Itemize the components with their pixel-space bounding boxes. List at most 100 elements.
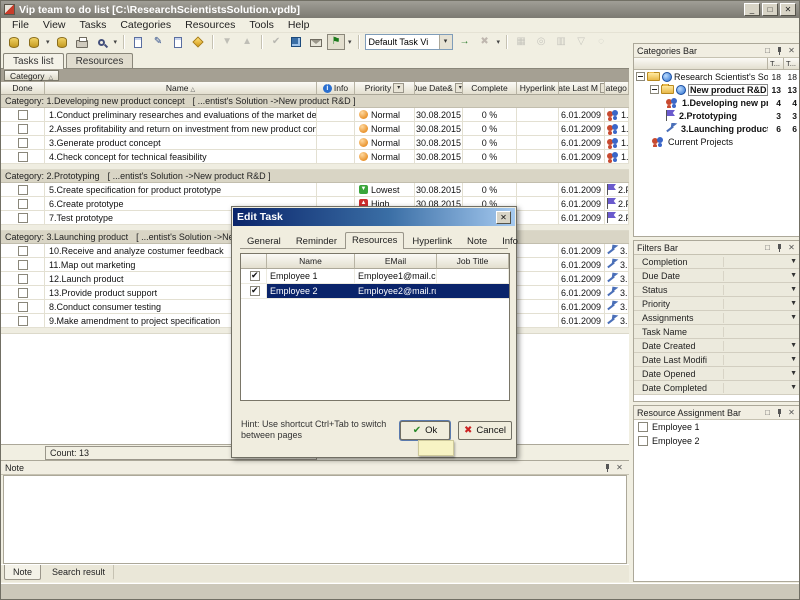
column-header-complete[interactable]: Complete — [463, 82, 517, 95]
chevron-down-icon[interactable]: ▼ — [790, 258, 797, 265]
tree-item-current-projects[interactable]: Current Projects — [634, 135, 800, 148]
ok-button[interactable]: ✔ Ok — [400, 421, 450, 440]
menu-item-tools[interactable]: Tools — [242, 18, 281, 32]
note-text-area[interactable] — [3, 475, 627, 564]
filter-row-completion[interactable]: Completion▼ — [634, 255, 800, 269]
duplicate-task-button[interactable] — [169, 34, 187, 50]
done-checkbox[interactable] — [18, 213, 28, 223]
resource-assigned-checkbox[interactable] — [250, 271, 260, 281]
dialog-tab-resources[interactable]: Resources — [345, 232, 404, 249]
chevron-down-icon[interactable]: ▾ — [439, 35, 452, 49]
filter-dropdown-icon[interactable]: ▾ — [393, 83, 404, 93]
done-checkbox[interactable] — [18, 316, 28, 326]
resources-col-Job Title[interactable]: Job Title — [437, 254, 509, 269]
minimize-button[interactable] — [744, 3, 760, 16]
pin-icon[interactable] — [602, 463, 613, 473]
filter-row-task-name[interactable]: Task Name — [634, 325, 800, 339]
chevron-down-icon[interactable]: ▼ — [790, 356, 797, 363]
note-close-icon[interactable] — [614, 463, 625, 473]
resource-item-employee-1[interactable]: Employee 1 — [634, 420, 800, 434]
tab-resources[interactable]: Resources — [66, 53, 134, 68]
done-checkbox[interactable] — [18, 138, 28, 148]
new-database-button[interactable] — [5, 34, 23, 50]
edit-task-button[interactable]: ✎ — [149, 34, 167, 50]
tab-tasks-list[interactable]: Tasks list — [3, 53, 64, 69]
category-group-header[interactable]: Category: 2.Prototyping[ ...entist's Sol… — [1, 170, 629, 183]
chevron-down-icon[interactable]: ▼ — [790, 370, 797, 377]
resource-row-employee-2[interactable]: Employee 2Employee2@mail.ru — [241, 284, 509, 299]
pin-icon[interactable] — [774, 46, 785, 56]
category-group-header[interactable]: Category: 1.Developing new product conce… — [1, 95, 629, 108]
chevron-down-icon[interactable]: ▼ — [790, 272, 797, 279]
done-checkbox[interactable] — [18, 124, 28, 134]
filter-row-date-completed[interactable]: Date Completed▼ — [634, 381, 800, 395]
save-database-button[interactable] — [53, 34, 71, 50]
column-header-info[interactable]: iInfo — [317, 82, 355, 95]
task-view-combo[interactable]: Default Task Vi▾ — [365, 34, 453, 50]
maximize-button[interactable] — [762, 3, 778, 16]
dialog-tab-hyperlink[interactable]: Hyperlink — [405, 233, 459, 248]
bottom-tab-note[interactable]: Note — [4, 565, 41, 580]
filter-row-status[interactable]: Status▼ — [634, 283, 800, 297]
chevron-down-icon[interactable]: ▼ — [790, 286, 797, 293]
dialog-tab-reminder[interactable]: Reminder — [289, 233, 344, 248]
done-checkbox[interactable] — [18, 260, 28, 270]
task-row[interactable]: 2.Asses profitability and return on inve… — [1, 122, 629, 136]
group-by-category-button[interactable]: Category — [4, 70, 59, 81]
resources-col-EMail[interactable]: EMail — [355, 254, 437, 269]
column-header-done[interactable]: Done — [1, 82, 45, 95]
float-icon[interactable] — [762, 46, 773, 56]
chevron-down-icon[interactable]: ▼ — [790, 300, 797, 307]
done-checkbox[interactable] — [18, 185, 28, 195]
tree-item-2-prototyping[interactable]: 2.Prototyping33 — [634, 109, 800, 122]
done-checkbox[interactable] — [18, 274, 28, 284]
filter-row-date-created[interactable]: Date Created▼ — [634, 339, 800, 353]
resources-col-Name[interactable]: Name — [267, 254, 355, 269]
done-checkbox[interactable] — [18, 246, 28, 256]
column-header-modified[interactable]: Date Last M▾ — [559, 82, 605, 95]
menu-item-view[interactable]: View — [36, 18, 73, 32]
print-button[interactable] — [73, 34, 91, 50]
current-view-button[interactable]: ⚑ — [327, 34, 345, 50]
done-checkbox[interactable] — [18, 110, 28, 120]
apply-view-button[interactable]: → — [456, 34, 474, 50]
print-options-caret-icon[interactable]: ▾ — [112, 38, 120, 46]
close-icon[interactable] — [786, 408, 797, 418]
done-checkbox[interactable] — [18, 152, 28, 162]
tree-item-1-developing-new-produ[interactable]: 1.Developing new produ44 — [634, 96, 800, 109]
close-icon[interactable] — [786, 243, 797, 253]
close-button[interactable] — [780, 3, 796, 16]
done-checkbox[interactable] — [18, 199, 28, 209]
filter-row-assignments[interactable]: Assignments▼ — [634, 311, 800, 325]
task-row[interactable]: 5.Create specification for product proto… — [1, 183, 629, 197]
task-row[interactable]: 3.Generate product conceptNormal30.08.20… — [1, 136, 629, 150]
send-report-button[interactable] — [307, 34, 325, 50]
task-row[interactable]: 4.Check concept for technical feasibilit… — [1, 150, 629, 164]
resource-row-employee-1[interactable]: Employee 1Employee1@mail.com — [241, 269, 509, 284]
float-icon[interactable] — [762, 408, 773, 418]
task-statistics-button[interactable] — [287, 34, 305, 50]
filter-row-date-last-modifi[interactable]: Date Last Modifi▼ — [634, 353, 800, 367]
menu-item-resources[interactable]: Resources — [178, 18, 242, 32]
pin-icon[interactable] — [774, 243, 785, 253]
chevron-down-icon[interactable]: ▼ — [790, 314, 797, 321]
cancel-button[interactable]: ✖ Cancel — [458, 421, 512, 440]
column-header-hyperlink[interactable]: Hyperlink — [517, 82, 559, 95]
column-header-due[interactable]: Due Date&▾ — [415, 82, 463, 95]
dialog-close-button[interactable] — [496, 211, 511, 224]
done-checkbox[interactable] — [18, 288, 28, 298]
open-database-caret-icon[interactable]: ▾ — [44, 38, 52, 46]
menu-item-file[interactable]: File — [5, 18, 36, 32]
collapse-icon[interactable] — [636, 72, 645, 81]
new-task-button[interactable] — [129, 34, 147, 50]
more-views-caret-icon[interactable]: ▾ — [495, 38, 503, 46]
filter-row-date-opened[interactable]: Date Opened▼ — [634, 367, 800, 381]
done-checkbox[interactable] — [18, 302, 28, 312]
chevron-down-icon[interactable]: ▼ — [790, 342, 797, 349]
menu-item-tasks[interactable]: Tasks — [73, 18, 114, 32]
dialog-tab-note[interactable]: Note — [460, 233, 494, 248]
tree-item-research-scientist-s-solution[interactable]: Research Scientist's Solution1818 — [634, 70, 800, 83]
resource-item-employee-2[interactable]: Employee 2 — [634, 434, 800, 448]
column-header-category[interactable]: Catego — [605, 82, 629, 95]
dialog-tab-info[interactable]: Info — [495, 233, 525, 248]
